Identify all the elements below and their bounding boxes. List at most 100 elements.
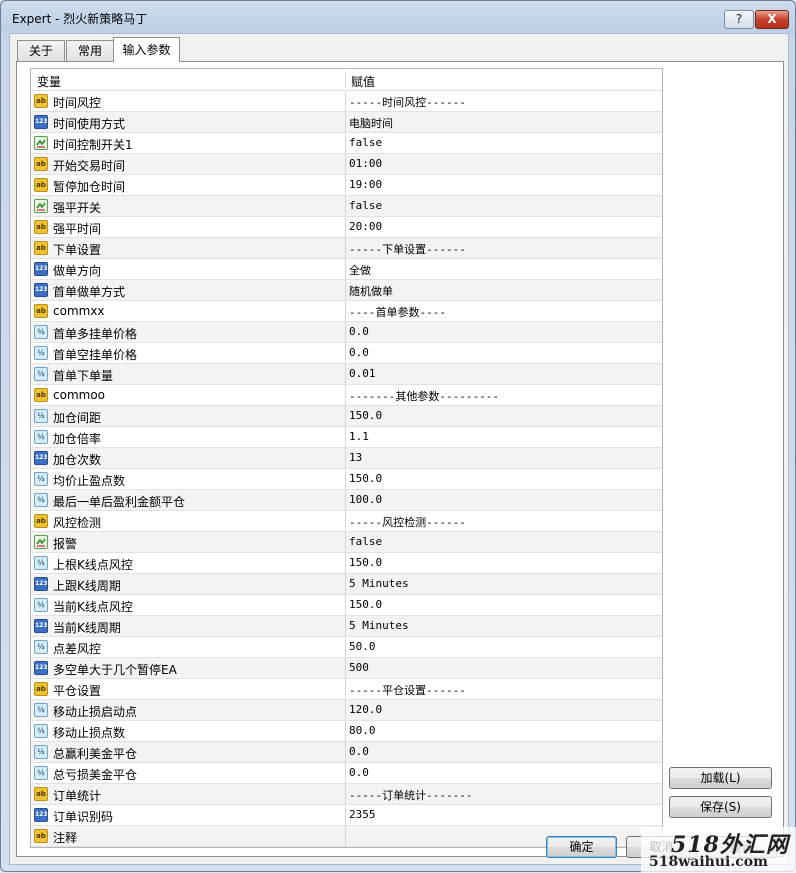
variable-value[interactable]: 150.0 xyxy=(349,409,382,422)
variable-value[interactable]: 0.0 xyxy=(349,325,369,338)
table-row[interactable]: ab commxx ----首单参数---- xyxy=(31,301,662,322)
column-separator xyxy=(345,406,346,426)
table-row[interactable]: ½ 最后一单后盈利金额平仓 100.0 xyxy=(31,490,662,511)
variable-name: 时间使用方式 xyxy=(53,117,126,131)
variable-value[interactable]: 2355 xyxy=(349,808,376,821)
table-row[interactable]: ½ 移动止损启动点 120.0 xyxy=(31,700,662,721)
variable-name: 注释 xyxy=(53,831,78,845)
table-row[interactable]: ab 风控检测 -----风控检测------ xyxy=(31,511,662,532)
variable-value[interactable]: 5 Minutes xyxy=(349,577,409,590)
table-row[interactable]: ½ 当前K线点风控 150.0 xyxy=(31,595,662,616)
variable-value[interactable]: 随机做单 xyxy=(349,283,393,299)
table-row[interactable]: ½ 总赢利美金平仓 0.0 xyxy=(31,742,662,763)
table-row[interactable]: 123 当前K线周期 5 Minutes xyxy=(31,616,662,637)
double-type-icon: ½ xyxy=(34,745,48,759)
table-row[interactable]: ab 暂停加仓时间 19:00 xyxy=(31,175,662,196)
variable-value[interactable]: 5 Minutes xyxy=(349,619,409,632)
variable-name: 加仓间距 xyxy=(53,411,102,425)
header-variable[interactable]: 变量 xyxy=(37,73,61,90)
variable-value[interactable]: 150.0 xyxy=(349,556,382,569)
variable-value[interactable]: 150.0 xyxy=(349,598,382,611)
title-bar[interactable]: Expert - 烈火新策略马丁 ? X xyxy=(1,1,795,31)
variable-value[interactable]: 19:00 xyxy=(349,178,382,191)
variable-value[interactable]: 0.0 xyxy=(349,346,369,359)
table-row[interactable]: ½ 加仓间距 150.0 xyxy=(31,406,662,427)
variable-value[interactable]: 13 xyxy=(349,451,362,464)
string-type-icon: ab xyxy=(34,787,48,801)
table-row[interactable]: ab 下单设置 -----下单设置------ xyxy=(31,238,662,259)
variable-value[interactable]: 电脑时间 xyxy=(349,115,393,131)
string-type-icon: ab xyxy=(34,304,48,318)
table-row[interactable]: ab 平仓设置 -----平仓设置------ xyxy=(31,679,662,700)
tab-about[interactable]: 关于 xyxy=(17,40,65,61)
column-separator xyxy=(345,175,346,195)
table-row[interactable]: 123 首单做单方式 随机做单 xyxy=(31,280,662,301)
variable-value[interactable]: ----首单参数---- xyxy=(349,304,446,320)
table-row[interactable]: ab 开始交易时间 01:00 xyxy=(31,154,662,175)
variable-value[interactable]: 0.01 xyxy=(349,367,376,380)
ok-button[interactable]: 确定 xyxy=(546,836,617,858)
table-row[interactable]: 123 时间使用方式 电脑时间 xyxy=(31,112,662,133)
string-type-icon: ab xyxy=(34,514,48,528)
variable-value[interactable]: -----风控检测------ xyxy=(349,514,466,530)
variable-name: 强平开关 xyxy=(53,201,102,215)
table-row[interactable]: ½ 上根K线点风控 150.0 xyxy=(31,553,662,574)
table-row[interactable]: 报警 false xyxy=(31,532,662,553)
variable-value[interactable]: 01:00 xyxy=(349,157,382,170)
table-row[interactable]: ½ 加仓倍率 1.1 xyxy=(31,427,662,448)
grid-rows: ab 时间风控 -----时间风控------ 123 时间使用方式 电脑时间 时间控制开关… xyxy=(31,91,662,847)
table-row[interactable]: ½ 首单下单量 0.01 xyxy=(31,364,662,385)
table-row[interactable]: 时间控制开关1 false xyxy=(31,133,662,154)
variable-name: 报警 xyxy=(53,537,78,551)
variable-value[interactable]: 1.1 xyxy=(349,430,369,443)
variable-name: 加仓次数 xyxy=(53,453,102,467)
variable-value[interactable]: 0.0 xyxy=(349,745,369,758)
save-button[interactable]: 保存(S) xyxy=(669,796,772,818)
variable-value[interactable]: 20:00 xyxy=(349,220,382,233)
variable-value[interactable]: false xyxy=(349,136,382,149)
close-button[interactable]: X xyxy=(755,10,789,29)
variable-value[interactable]: 500 xyxy=(349,661,369,674)
table-row[interactable]: ½ 移动止损点数 80.0 xyxy=(31,721,662,742)
variable-value[interactable]: false xyxy=(349,535,382,548)
variable-value[interactable]: 120.0 xyxy=(349,703,382,716)
string-type-icon: ab xyxy=(34,157,48,171)
table-row[interactable]: ½ 总亏损美金平仓 0.0 xyxy=(31,763,662,784)
table-row[interactable]: 123 订单识别码 2355 xyxy=(31,805,662,826)
column-separator xyxy=(345,616,346,636)
table-row[interactable]: 123 多空单大于几个暂停EA 500 xyxy=(31,658,662,679)
table-row[interactable]: ½ 首单空挂单价格 0.0 xyxy=(31,343,662,364)
variable-name: 时间风控 xyxy=(53,96,102,110)
table-row[interactable]: ½ 首单多挂单价格 0.0 xyxy=(31,322,662,343)
tab-common[interactable]: 常用 xyxy=(66,40,114,61)
load-button[interactable]: 加载(L) xyxy=(669,767,772,789)
variable-value[interactable]: 100.0 xyxy=(349,493,382,506)
header-value[interactable]: 赋值 xyxy=(351,73,375,90)
table-row[interactable]: 123 加仓次数 13 xyxy=(31,448,662,469)
variable-value[interactable]: -----订单统计------- xyxy=(349,787,472,803)
variable-value[interactable]: 0.0 xyxy=(349,766,369,779)
variable-value[interactable]: 150.0 xyxy=(349,472,382,485)
table-row[interactable]: ab 订单统计 -----订单统计------- xyxy=(31,784,662,805)
tab-inputs[interactable]: 输入参数 xyxy=(113,37,180,62)
table-row[interactable]: ½ 点差风控 50.0 xyxy=(31,637,662,658)
variable-value[interactable]: 50.0 xyxy=(349,640,376,653)
variable-value[interactable]: -----下单设置------ xyxy=(349,241,466,257)
table-row[interactable]: ½ 均价止盈点数 150.0 xyxy=(31,469,662,490)
table-row[interactable]: 强平开关 false xyxy=(31,196,662,217)
variable-value[interactable]: false xyxy=(349,199,382,212)
variable-value[interactable]: 全做 xyxy=(349,262,371,278)
table-row[interactable]: 123 上跟K线周期 5 Minutes xyxy=(31,574,662,595)
variable-value[interactable]: 80.0 xyxy=(349,724,376,737)
variable-name: 订单识别码 xyxy=(53,810,114,824)
table-row[interactable]: ab commoo -------其他参数--------- xyxy=(31,385,662,406)
variable-value[interactable]: -------其他参数--------- xyxy=(349,388,499,404)
table-row[interactable]: 123 做单方向 全做 xyxy=(31,259,662,280)
help-button[interactable]: ? xyxy=(724,10,754,29)
table-row[interactable]: ab 强平时间 20:00 xyxy=(31,217,662,238)
variable-name: 移动止损启动点 xyxy=(53,705,138,719)
variable-value[interactable]: -----时间风控------ xyxy=(349,94,466,110)
table-row[interactable]: ab 时间风控 -----时间风控------ xyxy=(31,91,662,112)
double-type-icon: ½ xyxy=(34,409,48,423)
variable-value[interactable]: -----平仓设置------ xyxy=(349,682,466,698)
